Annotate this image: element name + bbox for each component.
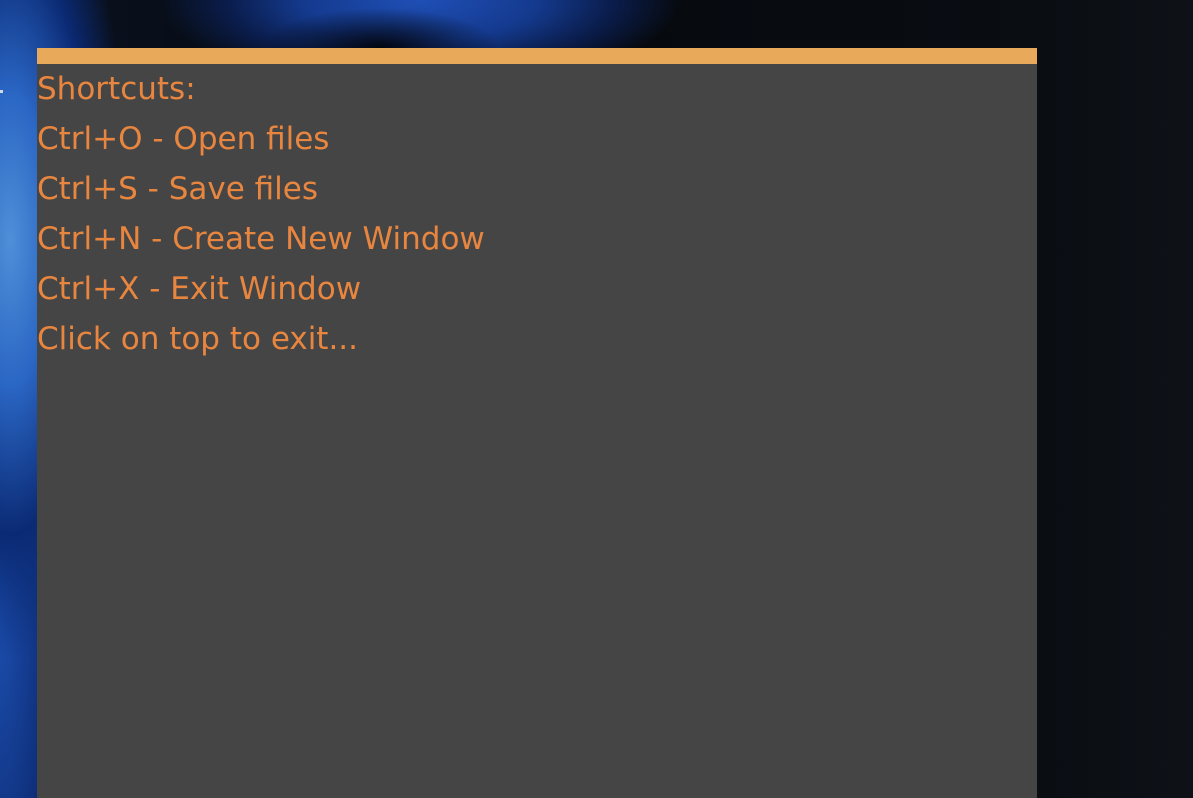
shortcut-exit-window: Ctrl+X - Exit Window — [37, 271, 362, 307]
panel-close-bar[interactable] — [37, 48, 1037, 64]
shortcuts-heading: Shortcuts: — [37, 71, 196, 107]
shortcuts-panel: Shortcuts: Ctrl+O - Open files Ctrl+S - … — [37, 48, 1037, 798]
shortcut-new-window: Ctrl+N - Create New Window — [37, 221, 485, 257]
shortcut-open-files: Ctrl+O - Open files — [37, 121, 330, 157]
wallpaper-shadow — [230, 0, 530, 48]
exit-hint: Click on top to exit... — [37, 321, 359, 357]
panel-body: Shortcuts: Ctrl+O - Open files Ctrl+S - … — [37, 64, 1037, 364]
mouse-pointer-icon — [0, 90, 3, 93]
wallpaper-edge — [1033, 0, 1193, 798]
shortcut-save-files: Ctrl+S - Save files — [37, 171, 319, 207]
